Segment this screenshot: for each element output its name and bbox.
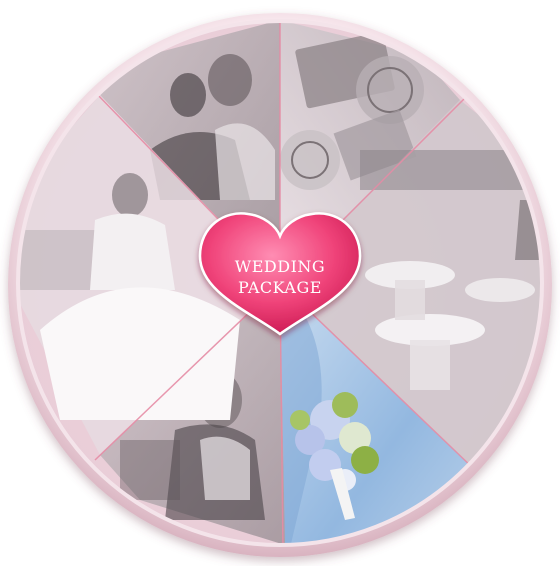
heart-title-line2: PACKAGE [238, 278, 322, 297]
heart-title-line1: WEDDING [235, 257, 325, 276]
wedding-package-wheel: WEDDING PACKAGE [8, 13, 552, 557]
